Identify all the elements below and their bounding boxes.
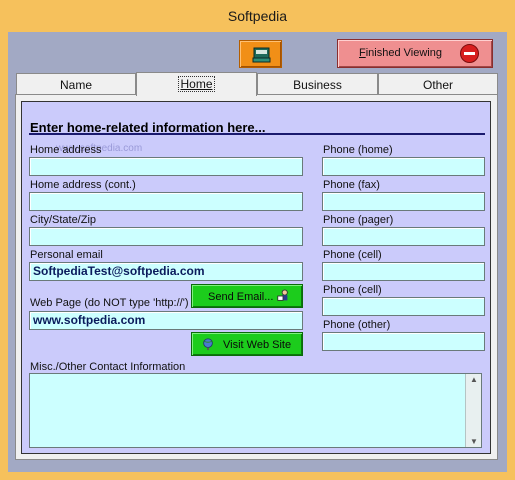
phone-pager-field[interactable]	[322, 227, 485, 246]
phone-cell-field[interactable]	[322, 262, 485, 281]
phone-fax-label: Phone (fax)	[323, 179, 380, 191]
send-email-label: Send Email...	[208, 291, 274, 303]
misc-info-label: Misc./Other Contact Information	[30, 361, 186, 373]
finished-viewing-button[interactable]: Finished Viewing	[337, 39, 493, 68]
home-address-cont-label: Home address (cont.)	[30, 179, 136, 191]
web-page-field[interactable]: www.softpedia.com	[29, 311, 303, 330]
personal-email-field[interactable]: SoftpediaTest@softpedia.com	[29, 262, 303, 281]
scroll-up-icon[interactable]: ▲	[470, 375, 478, 384]
globe-icon	[203, 338, 213, 351]
phone-cell-label: Phone (cell)	[323, 249, 382, 261]
phone-cell-2-label: Phone (cell)	[323, 284, 382, 296]
misc-info-textarea[interactable]: ▲ ▼	[29, 373, 482, 448]
visit-web-site-button[interactable]: Visit Web Site	[191, 332, 303, 356]
mail-person-icon	[277, 289, 288, 301]
visit-web-site-label: Visit Web Site	[223, 339, 292, 351]
city-state-zip-field[interactable]	[29, 227, 303, 246]
scroll-down-icon[interactable]: ▼	[470, 437, 478, 446]
web-page-label: Web Page (do NOT type 'http://')	[30, 297, 189, 309]
vertical-scrollbar[interactable]: ▲ ▼	[465, 374, 481, 447]
home-address-cont-field[interactable]	[29, 192, 303, 211]
send-email-button[interactable]: Send Email...	[191, 284, 303, 308]
window-title: Softpedia	[0, 0, 515, 32]
phone-other-field[interactable]	[322, 332, 485, 351]
no-entry-icon	[460, 44, 479, 63]
tab-home[interactable]: Home	[136, 72, 257, 96]
tab-business[interactable]: Business	[257, 73, 378, 95]
contact-card-button[interactable]	[239, 40, 282, 68]
phone-fax-field[interactable]	[322, 192, 485, 211]
heading-divider	[29, 133, 485, 135]
phone-other-label: Phone (other)	[323, 319, 391, 331]
tab-name[interactable]: Name	[16, 73, 136, 95]
city-state-zip-label: City/State/Zip	[30, 214, 97, 226]
home-address-label: Home address	[30, 144, 102, 156]
phone-cell-2-field[interactable]	[322, 297, 485, 316]
finished-viewing-label: Finished Viewing	[359, 47, 442, 59]
personal-email-label: Personal email	[30, 249, 103, 261]
tab-other[interactable]: Other	[378, 73, 498, 95]
address-book-icon	[252, 47, 271, 63]
phone-home-label: Phone (home)	[323, 144, 393, 156]
phone-home-field[interactable]	[322, 157, 485, 176]
phone-pager-label: Phone (pager)	[323, 214, 394, 226]
home-address-field[interactable]	[29, 157, 303, 176]
